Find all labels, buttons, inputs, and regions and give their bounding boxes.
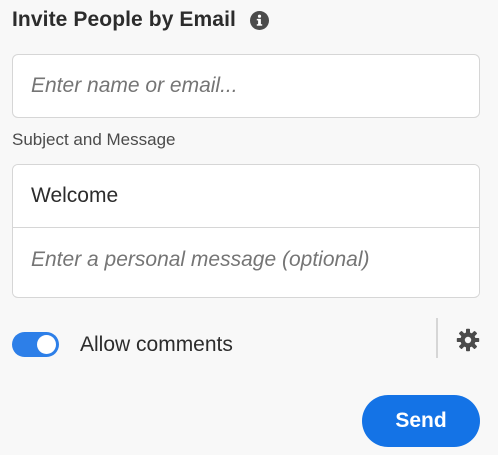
allow-comments-label: Allow comments (80, 333, 233, 356)
info-icon[interactable] (249, 10, 269, 30)
toggle-knob (37, 335, 56, 354)
allow-comments-toggle[interactable] (12, 332, 59, 357)
settings-button[interactable] (454, 326, 482, 354)
message-textarea[interactable] (13, 228, 479, 296)
dialog-header: Invite People by Email (12, 6, 269, 34)
vertical-divider (436, 318, 438, 358)
subject-message-label: Subject and Message (12, 130, 176, 149)
subject-input[interactable] (13, 165, 479, 228)
subject-message-box (12, 164, 480, 298)
send-button[interactable]: Send (362, 395, 480, 447)
gear-icon (456, 328, 480, 352)
dialog-title: Invite People by Email (12, 8, 236, 31)
recipient-input[interactable] (12, 54, 480, 118)
